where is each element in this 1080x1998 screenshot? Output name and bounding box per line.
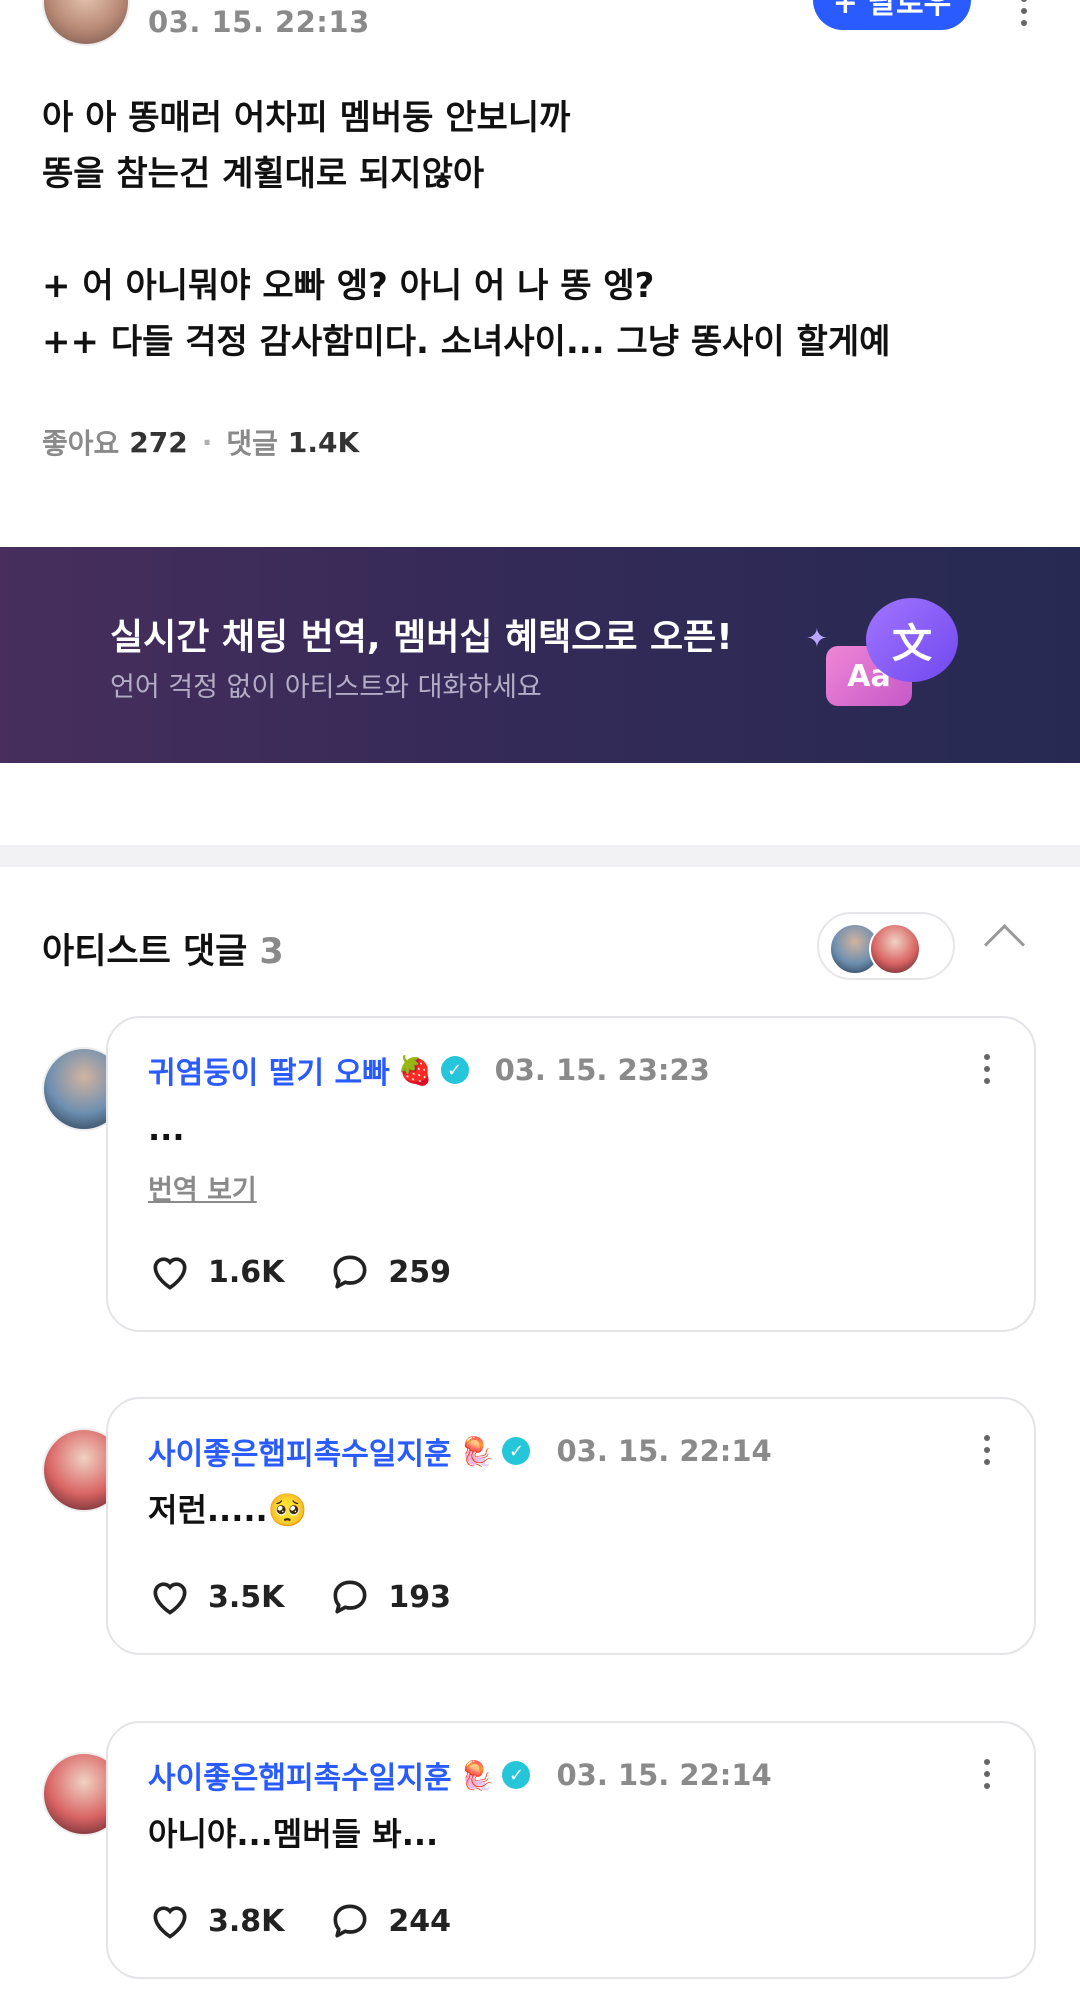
- section-divider: [0, 845, 1080, 867]
- comment-card: 사이좋은햅피촉수일지훈 🪼 ✓ 03. 15. 22:14 저런.....🥺 3…: [106, 1397, 1036, 1655]
- comment-header: 귀염둥이 딸기 오빠 🍓 ✓ 03. 15. 23:23: [148, 1048, 710, 1092]
- comment-more-icon[interactable]: [982, 1759, 992, 1795]
- commenter-name-emoji: 🪼: [459, 1434, 495, 1468]
- comment-text: 저런.....🥺: [148, 1491, 308, 1529]
- commenter-name-emoji: 🪼: [459, 1758, 495, 1792]
- reply-count: 193: [388, 1579, 452, 1615]
- likes-count: 272: [129, 425, 188, 459]
- follow-button[interactable]: + 팔로우: [813, 0, 971, 30]
- post-stats: 좋아요 272 · 댓글 1.4K: [42, 422, 359, 462]
- comment-text: ...: [148, 1110, 185, 1148]
- comment-actions: 3.8K 244: [148, 1899, 451, 1943]
- commenter-name[interactable]: 사이좋은햅피촉수일지훈: [148, 1753, 452, 1797]
- banner-subtitle[interactable]: 언어 걱정 없이 아티스트와 대화하세요: [110, 665, 542, 704]
- commenter-name[interactable]: 사이좋은햅피촉수일지훈: [148, 1429, 452, 1473]
- banner-title[interactable]: 실시간 채팅 번역, 멤버십 혜택으로 오픈!: [110, 608, 733, 660]
- post-timestamp: 03. 15. 22:13: [148, 5, 370, 39]
- reply-bubble-icon[interactable]: [328, 1250, 372, 1294]
- post-line: 똥을 참는건 계휠대로 되지않아: [42, 154, 485, 194]
- post-line-blank: [42, 202, 1042, 258]
- commenter-name[interactable]: 귀염둥이 딸기 오빠: [148, 1048, 390, 1092]
- comment-header: 사이좋은햅피촉수일지훈 🪼 ✓ 03. 15. 22:14: [148, 1753, 772, 1797]
- like-count: 3.5K: [208, 1579, 285, 1615]
- reply-count: 244: [388, 1903, 452, 1939]
- likes-label: 좋아요: [42, 427, 120, 460]
- artist-comments-count: 3: [259, 932, 284, 972]
- comment-timestamp: 03. 15. 22:14: [556, 1758, 772, 1792]
- post-line: + 어 아니뭐야 오빠 엥? 아니 어 나 똥 엥?: [42, 266, 655, 306]
- translate-link[interactable]: 번역 보기: [148, 1168, 257, 1207]
- translate-wen-icon: 文: [866, 598, 958, 682]
- heart-icon[interactable]: [148, 1250, 192, 1294]
- post-line: 아 아 똥매러 어차피 멤버둥 안보니까: [42, 98, 571, 138]
- artist-filter-chip[interactable]: [817, 912, 955, 980]
- heart-icon[interactable]: [148, 1899, 192, 1943]
- comments-count[interactable]: 1.4K: [288, 426, 359, 459]
- post-more-icon[interactable]: [1019, 0, 1029, 32]
- verified-badge-icon: ✓: [502, 1437, 531, 1465]
- comment-more-icon[interactable]: [982, 1435, 992, 1471]
- comments-label[interactable]: 댓글: [226, 422, 278, 462]
- reply-bubble-icon[interactable]: [328, 1575, 372, 1619]
- post-line: ++ 다들 걱정 감사함미다. 소녀사이... 그냥 똥사이 할게예: [42, 322, 891, 362]
- post-body: 아 아 똥매러 어차피 멤버둥 안보니까 똥을 참는건 계휠대로 되지않아 + …: [42, 90, 1042, 370]
- reply-count: 259: [388, 1254, 452, 1290]
- like-count: 3.8K: [208, 1903, 285, 1939]
- stats-separator: ·: [201, 425, 213, 459]
- artist-chip-avatar: [869, 923, 921, 975]
- like-count: 1.6K: [208, 1254, 285, 1290]
- commenter-name-emoji: 🍓: [397, 1053, 433, 1087]
- collapse-chevron-icon[interactable]: [983, 923, 1026, 966]
- author-avatar[interactable]: [42, 0, 130, 46]
- reply-bubble-icon[interactable]: [328, 1899, 372, 1943]
- comment-actions: 1.6K 259: [148, 1250, 451, 1294]
- sparkle-icon: ✦: [806, 624, 828, 654]
- verified-badge-icon: ✓: [502, 1761, 531, 1789]
- heart-icon[interactable]: [148, 1575, 192, 1619]
- comment-more-icon[interactable]: [982, 1054, 992, 1090]
- comment-text: 아니야...멤버들 봐...: [148, 1815, 439, 1853]
- verified-badge-icon: ✓: [440, 1056, 469, 1084]
- comment-actions: 3.5K 193: [148, 1575, 451, 1619]
- comment-card: 귀염둥이 딸기 오빠 🍓 ✓ 03. 15. 23:23 ... 번역 보기 1…: [106, 1016, 1036, 1332]
- comment-header: 사이좋은햅피촉수일지훈 🪼 ✓ 03. 15. 22:14: [148, 1429, 772, 1473]
- comment-card: 사이좋은햅피촉수일지훈 🪼 ✓ 03. 15. 22:14 아니야...멤버들 …: [106, 1721, 1036, 1979]
- artist-comments-title: 아티스트 댓글 3: [42, 923, 284, 974]
- comment-timestamp: 03. 15. 22:14: [556, 1434, 772, 1468]
- comment-timestamp: 03. 15. 23:23: [494, 1053, 710, 1087]
- artist-comments-label: 아티스트 댓글: [42, 932, 248, 972]
